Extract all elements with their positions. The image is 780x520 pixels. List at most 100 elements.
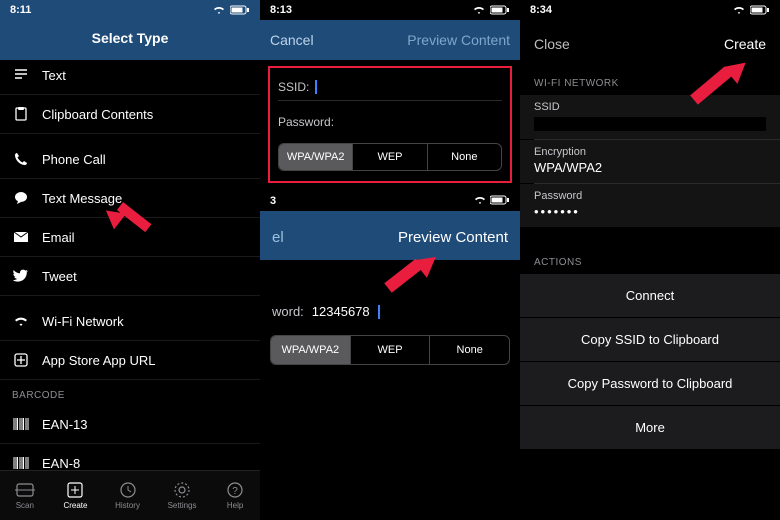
row-label: EAN-8 <box>42 456 80 471</box>
row-label: Wi-Fi Network <box>42 314 124 329</box>
encryption-segment-2[interactable]: WPA/WPA2 WEP None <box>270 335 510 365</box>
screen-right: 8:34 Close Create WI-FI NETWORK SSID Enc… <box>520 0 780 520</box>
password-row-partial[interactable]: word: 12345678 <box>260 290 520 329</box>
appstore-icon <box>12 351 30 369</box>
tab-label: Scan <box>16 501 34 510</box>
tab-label: Help <box>227 501 243 510</box>
tab-label: Create <box>63 501 87 510</box>
seg-wpa[interactable]: WPA/WPA2 <box>279 144 353 170</box>
seg-wpa[interactable]: WPA/WPA2 <box>271 336 351 364</box>
create-button[interactable]: Create <box>724 36 766 52</box>
cancel-button[interactable]: Cancel <box>270 32 314 48</box>
ssid-cell[interactable]: SSID <box>520 95 780 139</box>
type-row-message[interactable]: Text Message <box>0 179 260 218</box>
type-row-tweet[interactable]: Tweet <box>0 257 260 296</box>
seg-none[interactable]: None <box>430 336 509 364</box>
create-icon <box>64 481 86 499</box>
action-copy-ssid[interactable]: Copy SSID to Clipboard <box>520 318 780 362</box>
status-time-partial: 3 <box>270 195 276 207</box>
navbar: Cancel Preview Content <box>260 20 520 60</box>
type-row-clipboard[interactable]: Clipboard Contents <box>0 95 260 134</box>
status-time: 8:34 <box>530 4 552 16</box>
svg-text:?: ? <box>232 486 238 497</box>
tab-create[interactable]: Create <box>63 481 87 510</box>
seg-wep[interactable]: WEP <box>351 336 431 364</box>
password-field[interactable]: Password: <box>278 109 502 135</box>
text-cursor-icon <box>378 305 380 319</box>
wifi-status-icon <box>212 5 226 15</box>
encryption-segment[interactable]: WPA/WPA2 WEP None <box>278 143 502 171</box>
row-label: App Store App URL <box>42 353 155 368</box>
field-label: word: <box>272 304 304 319</box>
status-bar: 8:13 <box>260 0 520 20</box>
battery-icon <box>230 5 250 15</box>
type-row-email[interactable]: Email <box>0 218 260 257</box>
battery-icon <box>490 195 510 205</box>
text-icon <box>12 66 30 84</box>
tab-bar: Scan Create History Settings ? Help <box>0 470 260 520</box>
type-row-wifi[interactable]: Wi-Fi Network <box>0 302 260 341</box>
barcode-section-label: BARCODE <box>0 380 260 405</box>
status-icons <box>473 195 510 208</box>
action-more[interactable]: More <box>520 406 780 450</box>
preview-content-button[interactable]: Preview Content <box>407 32 510 48</box>
screen-middle: 8:13 Cancel Preview Content SSID: Passwo… <box>260 0 520 520</box>
seg-none[interactable]: None <box>428 144 501 170</box>
encryption-value: WPA/WPA2 <box>534 160 766 175</box>
cancel-button-partial[interactable]: el <box>272 229 284 246</box>
cell-label: Password <box>534 190 766 202</box>
scan-icon <box>14 481 36 499</box>
wifi-form-highlight: SSID: Password: WPA/WPA2 WEP None <box>268 66 512 183</box>
row-label: Phone Call <box>42 152 106 167</box>
row-label: Email <box>42 230 75 245</box>
preview-content-button-2[interactable]: Preview Content <box>398 229 508 246</box>
phone-icon <box>12 150 30 168</box>
password-cell[interactable]: Password ••••••• <box>520 184 780 227</box>
wifi-status-icon <box>473 195 487 205</box>
tab-scan[interactable]: Scan <box>14 481 36 510</box>
tab-help[interactable]: ? Help <box>224 481 246 510</box>
clipboard-icon <box>12 105 30 123</box>
action-connect[interactable]: Connect <box>520 274 780 318</box>
cell-label: Encryption <box>534 146 766 158</box>
actions-list: Connect Copy SSID to Clipboard Copy Pass… <box>520 274 780 450</box>
row-label: Text <box>42 68 66 83</box>
navbar-partial: el Preview Content <box>260 211 520 260</box>
row-label: EAN-13 <box>42 417 88 432</box>
ssid-input[interactable] <box>323 80 502 94</box>
action-copy-password[interactable]: Copy Password to Clipboard <box>520 362 780 406</box>
status-icons <box>472 5 510 15</box>
status-bar: 8:11 <box>0 0 260 20</box>
row-label: Tweet <box>42 269 77 284</box>
tab-settings[interactable]: Settings <box>168 481 197 510</box>
type-row-text[interactable]: Text <box>0 60 260 95</box>
close-button[interactable]: Close <box>534 36 570 52</box>
battery-icon <box>490 5 510 15</box>
tab-label: History <box>115 501 140 510</box>
tab-history[interactable]: History <box>115 481 140 510</box>
history-icon <box>117 481 139 499</box>
screen-left: 8:11 Select Type Text Clipboard Contents… <box>0 0 260 520</box>
status-time: 8:13 <box>270 4 292 16</box>
field-label: SSID: <box>278 80 309 94</box>
type-row-appstore[interactable]: App Store App URL <box>0 341 260 380</box>
status-icons <box>732 5 770 15</box>
page-title: Select Type <box>0 20 260 60</box>
message-icon <box>12 189 30 207</box>
status-time: 8:11 <box>10 4 31 16</box>
section-actions-label: ACTIONS <box>520 243 780 274</box>
tweet-icon <box>12 267 30 285</box>
type-row-phone[interactable]: Phone Call <box>0 140 260 179</box>
ssid-field[interactable]: SSID: <box>278 74 502 101</box>
encryption-cell[interactable]: Encryption WPA/WPA2 <box>520 140 780 183</box>
password-input[interactable] <box>340 115 502 129</box>
wifi-icon <box>12 312 30 330</box>
seg-wep[interactable]: WEP <box>353 144 427 170</box>
field-label: Password: <box>278 115 334 129</box>
navbar: Close Create <box>520 20 780 64</box>
barcode-row-ean13[interactable]: EAN-13 <box>0 405 260 444</box>
tab-label: Settings <box>168 501 197 510</box>
status-icons <box>212 5 250 15</box>
wifi-status-icon <box>472 5 486 15</box>
status-bar: 8:34 <box>520 0 780 20</box>
